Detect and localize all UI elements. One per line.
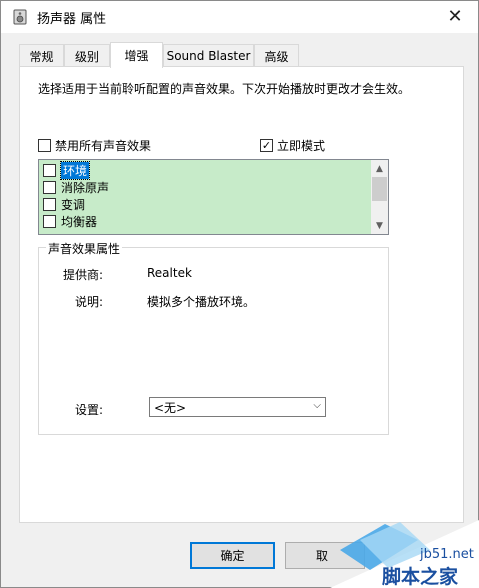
description-text: 选择适用于当前聆听配置的声音效果。下次开始播放时更改才会生效。 <box>38 82 411 96</box>
window-title: 扬声器 属性 <box>37 12 107 27</box>
provider-label: 提供商: <box>62 268 103 282</box>
effects-list[interactable]: 环境 消除原声 变调 均衡器 ▲ ▼ <box>38 159 389 235</box>
tab-strip: 常规 级别 增强 Sound Blaster 高级 <box>19 42 464 68</box>
description-label: 说明: <box>74 295 103 309</box>
scroll-thumb[interactable] <box>372 177 387 201</box>
scroll-up-icon[interactable]: ▲ <box>371 160 388 177</box>
scroll-down-icon[interactable]: ▼ <box>371 217 388 234</box>
watermark-site: jb51.net <box>420 547 474 562</box>
checkbox-box[interactable] <box>43 164 56 177</box>
group-title: 声音效果属性 <box>46 240 123 257</box>
effect-properties-group: 声音效果属性 提供商: Realtek 说明: 模拟多个播放环境。 设置: <无… <box>38 240 389 435</box>
tab-general[interactable]: 常规 <box>19 44 64 67</box>
close-button[interactable]: ✕ <box>432 1 478 32</box>
settings-dropdown[interactable]: <无> ⌵ <box>149 397 326 417</box>
description-value: 模拟多个播放环境。 <box>147 295 256 309</box>
speaker-properties-window: 扬声器 属性 ✕ 常规 级别 增强 Sound Blaster 高级 选择适用于… <box>0 0 479 588</box>
checkbox-box[interactable] <box>38 139 51 152</box>
checkbox-box[interactable] <box>43 198 56 211</box>
checkmark-icon[interactable]: ✓ <box>260 139 273 152</box>
tab-advanced[interactable]: 高级 <box>254 44 299 67</box>
settings-label: 设置: <box>74 403 103 417</box>
tab-enhancements[interactable]: 增强 <box>110 42 163 68</box>
chevron-down-icon: ⌵ <box>313 400 321 411</box>
effect-item-environment[interactable]: 环境 <box>43 161 91 180</box>
watermark-name: 脚本之家 <box>382 566 459 588</box>
close-icon: ✕ <box>447 6 463 27</box>
tab-sound-blaster[interactable]: Sound Blaster <box>163 44 254 67</box>
immediate-mode-checkbox[interactable]: ✓ 立即模式 <box>260 137 325 154</box>
ok-button[interactable]: 确定 <box>190 542 275 569</box>
list-scrollbar[interactable]: ▲ ▼ <box>371 160 388 234</box>
effect-item-equalizer[interactable]: 均衡器 <box>43 213 97 230</box>
checkbox-box[interactable] <box>43 215 56 228</box>
provider-value: Realtek <box>147 266 192 280</box>
tab-levels[interactable]: 级别 <box>64 44 110 67</box>
speaker-icon <box>13 9 27 25</box>
effect-item-voice-cancel[interactable]: 消除原声 <box>43 179 109 196</box>
checkbox-box[interactable] <box>43 181 56 194</box>
effect-item-pitch-shift[interactable]: 变调 <box>43 196 85 213</box>
disable-all-effects-checkbox[interactable]: 禁用所有声音效果 <box>38 137 151 154</box>
enhancements-panel: 选择适用于当前聆听配置的声音效果。下次开始播放时更改才会生效。 禁用所有声音效果… <box>19 66 464 523</box>
title-bar: 扬声器 属性 ✕ <box>1 1 478 33</box>
settings-selected-value: <无> <box>154 400 187 415</box>
